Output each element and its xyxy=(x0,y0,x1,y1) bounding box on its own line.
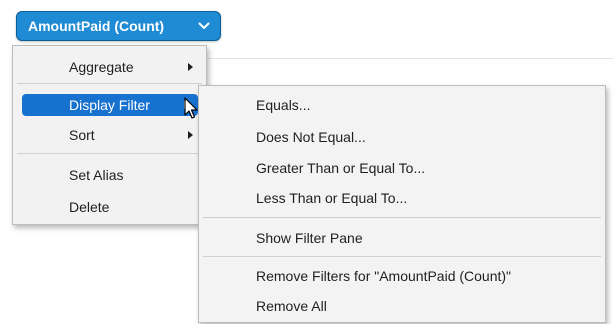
menu-item-display-filter[interactable]: Display Filter xyxy=(22,94,198,116)
submenu-item-remove-filters-field[interactable]: Remove Filters for "AmountPaid (Count)" xyxy=(202,265,602,287)
menu-item-delete[interactable]: Delete xyxy=(16,196,203,218)
submenu-item-greater-than-or-equal[interactable]: Greater Than or Equal To... xyxy=(202,157,602,179)
menu-item-label: Delete xyxy=(69,199,110,215)
menu-item-label: Display Filter xyxy=(69,97,150,113)
submenu-item-label: Remove All xyxy=(256,298,327,314)
submenu-item-label: Equals... xyxy=(256,97,311,113)
submenu-arrow-icon xyxy=(188,131,193,139)
menu-separator xyxy=(17,83,202,84)
menu-item-set-alias[interactable]: Set Alias xyxy=(16,164,203,186)
submenu-item-remove-all[interactable]: Remove All xyxy=(202,295,602,317)
field-pill-label: AmountPaid (Count) xyxy=(28,18,165,34)
menu-item-aggregate[interactable]: Aggregate xyxy=(16,56,203,78)
menu-item-label: Set Alias xyxy=(69,167,124,183)
mouse-pointer-icon xyxy=(184,97,200,124)
chevron-down-icon[interactable] xyxy=(198,22,210,30)
menu-item-label: Sort xyxy=(69,127,95,143)
submenu-item-show-filter-pane[interactable]: Show Filter Pane xyxy=(202,227,602,249)
menu-item-sort[interactable]: Sort xyxy=(16,124,203,146)
submenu-item-label: Show Filter Pane xyxy=(256,230,363,246)
submenu-item-less-than-or-equal[interactable]: Less Than or Equal To... xyxy=(202,187,602,209)
menu-separator xyxy=(17,153,202,154)
submenu-item-label: Remove Filters for "AmountPaid (Count)" xyxy=(256,268,512,284)
menu-separator xyxy=(203,256,601,257)
submenu-item-does-not-equal[interactable]: Does Not Equal... xyxy=(202,126,602,148)
submenu-item-label: Does Not Equal... xyxy=(256,129,366,145)
submenu-item-label: Greater Than or Equal To... xyxy=(256,160,426,176)
display-filter-submenu: Equals... Does Not Equal... Greater Than… xyxy=(198,85,606,323)
menu-item-label: Aggregate xyxy=(69,59,134,75)
menu-separator xyxy=(203,217,601,218)
submenu-arrow-icon xyxy=(188,63,193,71)
divider-line xyxy=(200,58,613,59)
context-menu: Aggregate Display Filter Sort Set Alias … xyxy=(12,45,207,225)
submenu-item-label: Less Than or Equal To... xyxy=(256,190,408,206)
submenu-item-equals[interactable]: Equals... xyxy=(202,94,602,116)
field-pill-button[interactable]: AmountPaid (Count) xyxy=(16,11,221,41)
